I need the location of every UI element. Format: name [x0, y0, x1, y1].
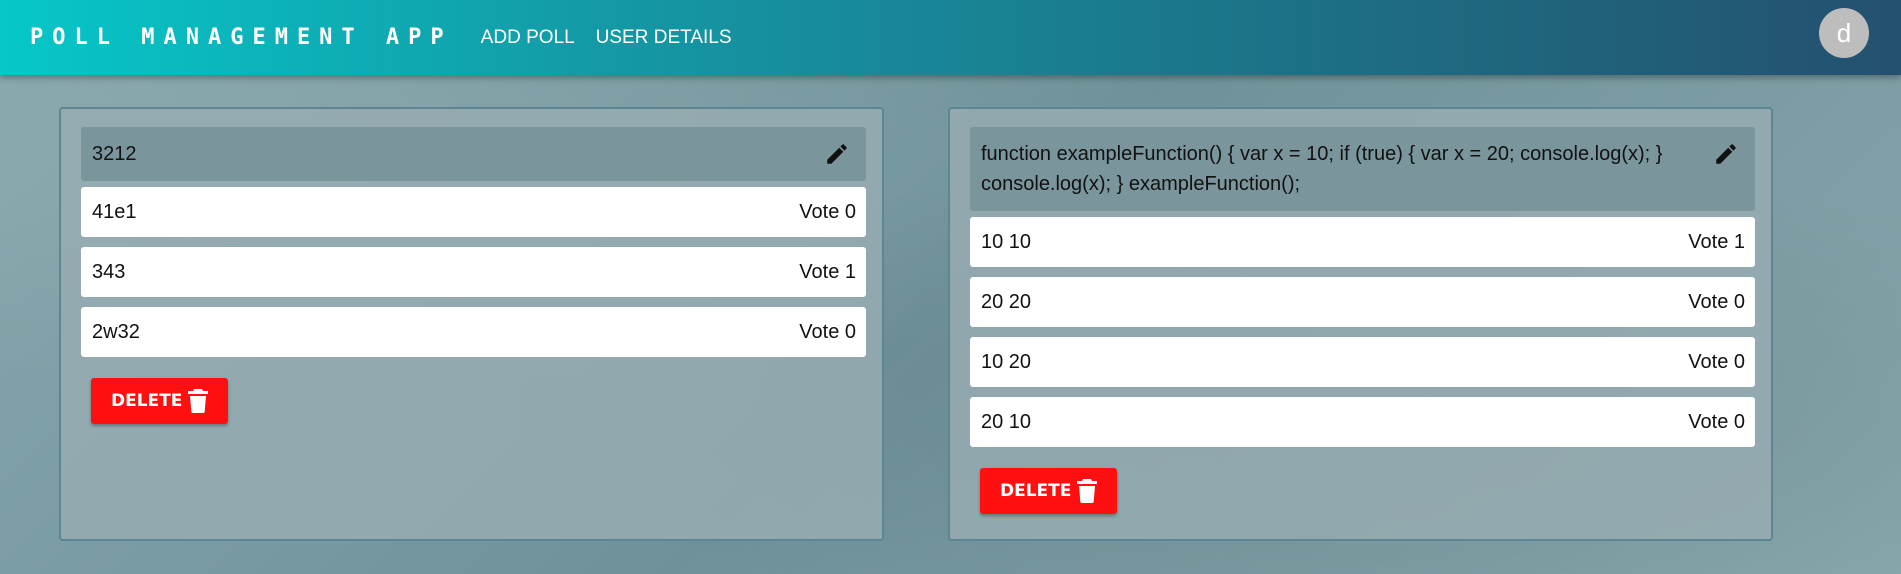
app-title: POLL MANAGEMENT APP	[30, 25, 453, 50]
vote-button[interactable]: Vote 0	[799, 321, 856, 344]
option-text: 10 10	[981, 230, 1032, 253]
vote-button[interactable]: Vote 1	[1688, 231, 1745, 254]
option-text: 2w32	[92, 320, 140, 343]
trash-icon	[188, 389, 209, 413]
delete-label: DELETE	[1000, 481, 1072, 501]
delete-label: DELETE	[111, 391, 183, 411]
trash-icon	[1077, 479, 1098, 503]
edit-icon[interactable]	[1711, 139, 1741, 169]
poll-option[interactable]: 20 20 Vote 0	[970, 277, 1755, 327]
vote-button[interactable]: Vote 0	[799, 201, 856, 224]
vote-button[interactable]: Vote 0	[1688, 351, 1745, 374]
poll-question: 3212	[81, 127, 866, 181]
delete-button[interactable]: DELETE	[980, 468, 1118, 514]
avatar[interactable]: d	[1819, 8, 1869, 58]
option-text: 20 20	[981, 290, 1032, 313]
vote-button[interactable]: Vote 0	[1688, 411, 1745, 434]
nav-add-poll[interactable]: ADD POLL	[481, 27, 575, 49]
poll-option[interactable]: 2w32 Vote 0	[81, 307, 866, 357]
poll-question-text: 3212	[92, 143, 137, 165]
vote-button[interactable]: Vote 1	[799, 261, 856, 284]
poll-card: 3212 41e1 Vote 0 343 Vote 1 2w32 Vote 0 …	[59, 107, 884, 541]
option-text: 343	[92, 260, 126, 283]
edit-icon[interactable]	[822, 139, 852, 169]
navbar: POLL MANAGEMENT APP ADD POLL USER DETAIL…	[0, 0, 1901, 75]
option-text: 10 20	[981, 350, 1032, 373]
poll-option[interactable]: 20 10 Vote 0	[970, 397, 1755, 447]
poll-question-text: function exampleFunction() { var x = 10;…	[981, 143, 1663, 195]
delete-button[interactable]: DELETE	[91, 378, 229, 424]
vote-button[interactable]: Vote 0	[1688, 291, 1745, 314]
poll-question: function exampleFunction() { var x = 10;…	[970, 127, 1755, 211]
poll-option[interactable]: 10 20 Vote 0	[970, 337, 1755, 387]
poll-option[interactable]: 41e1 Vote 0	[81, 187, 866, 237]
option-text: 20 10	[981, 410, 1032, 433]
poll-card: function exampleFunction() { var x = 10;…	[948, 107, 1773, 541]
option-text: 41e1	[92, 200, 137, 223]
poll-option[interactable]: 343 Vote 1	[81, 247, 866, 297]
nav-user-details[interactable]: USER DETAILS	[596, 27, 732, 49]
poll-option[interactable]: 10 10 Vote 1	[970, 217, 1755, 267]
